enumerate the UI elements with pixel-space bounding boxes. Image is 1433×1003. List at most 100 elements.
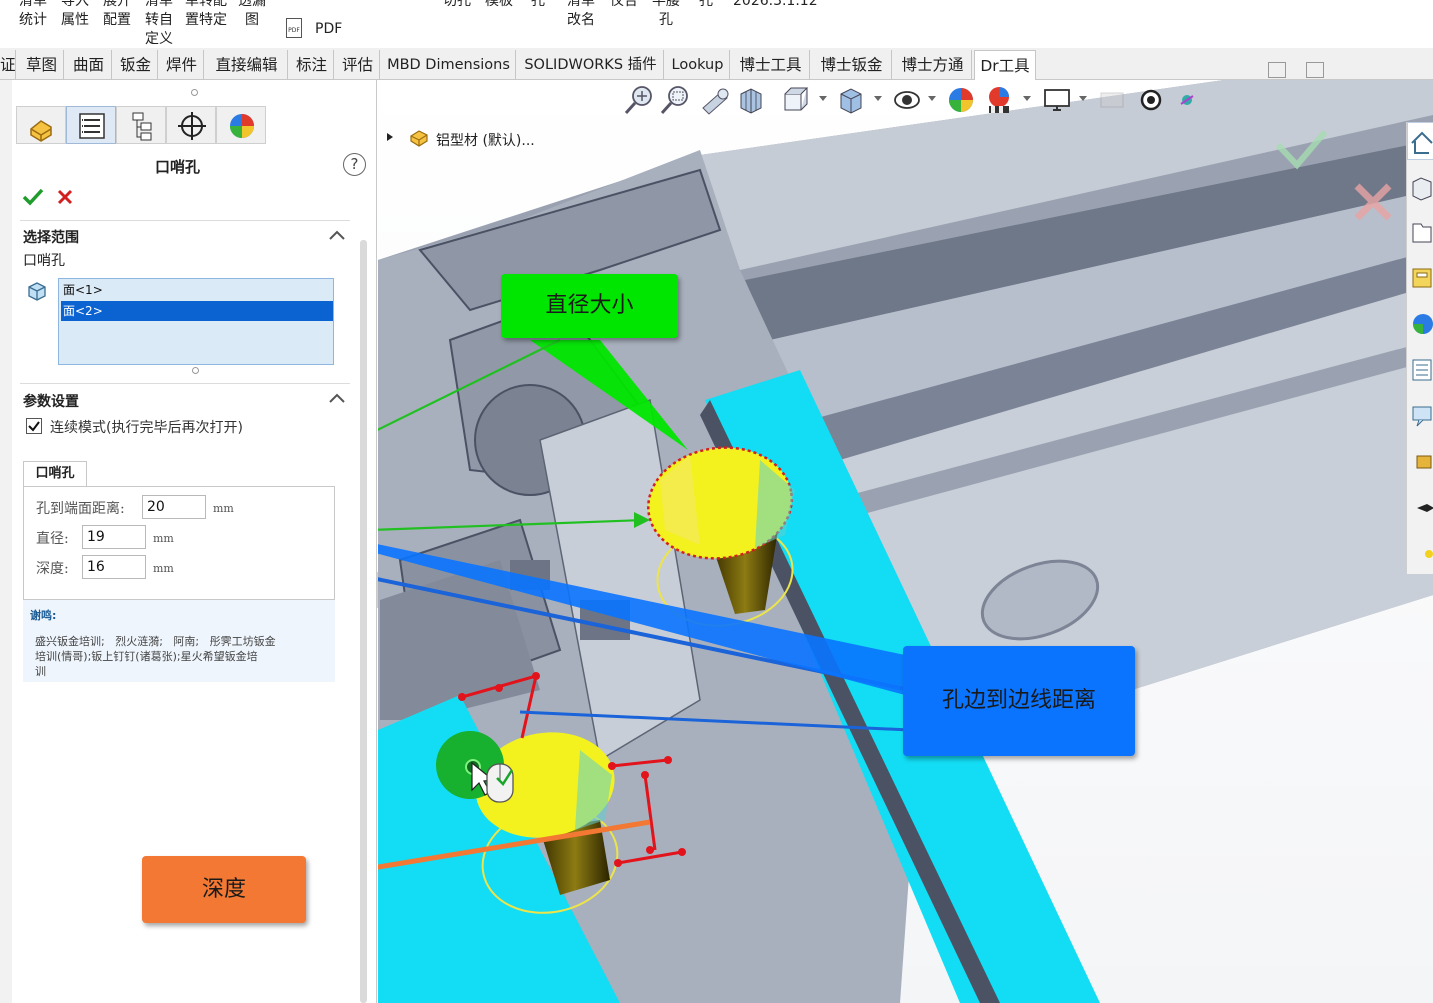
view-settings-icon[interactable] [1041, 84, 1073, 116]
zoom-to-fit-icon[interactable] [623, 84, 655, 116]
tab-14[interactable]: Dr工具 [974, 50, 1036, 80]
tab-dimxpert-manager[interactable] [166, 106, 216, 144]
diameter-field[interactable]: 19 [82, 525, 146, 549]
feature-tree-root[interactable]: 铝型材 (默认)... [436, 130, 535, 150]
task-pane-forum[interactable] [1407, 398, 1433, 434]
view-palette-icon [1412, 268, 1432, 288]
ribbon-command-1[interactable]: 导入 属性 [61, 0, 89, 30]
task-pane-view-palette[interactable] [1407, 260, 1433, 296]
tab-6[interactable]: 标注 [290, 50, 334, 80]
ribbon-command-4[interactable]: 单转配 置特定 [185, 0, 227, 30]
continuous-mode-label: 连续模式(执行完毕后再次打开) [50, 420, 243, 436]
ribbon-command-0[interactable]: 清单 统计 [19, 0, 47, 30]
view-orientation-icon[interactable] [779, 84, 811, 116]
field-label: 深度: [36, 561, 69, 577]
chevron-down-icon[interactable] [1078, 95, 1088, 103]
list-item[interactable]: 面<1> [61, 281, 331, 300]
pdf-button-label[interactable]: PDF [315, 20, 342, 39]
chevron-down-icon[interactable] [818, 95, 828, 103]
tab-11[interactable]: 博士工具 [732, 50, 810, 80]
ribbon-command-11[interactable]: 半腰 孔 [652, 0, 680, 30]
previous-view-icon[interactable] [699, 84, 731, 116]
task-pane-appearances[interactable] [1407, 306, 1433, 342]
crosshair-icon [178, 112, 206, 140]
x-icon[interactable] [56, 188, 74, 206]
task-pane-extra[interactable] [1407, 536, 1433, 572]
tab-13[interactable]: 博士方通 [894, 50, 972, 80]
continuous-mode-checkbox[interactable] [26, 418, 42, 434]
tab-feature-manager[interactable] [16, 106, 66, 144]
chevron-down-icon[interactable] [1022, 95, 1032, 103]
task-pane-learn[interactable] [1407, 490, 1433, 526]
tab-7[interactable]: 评估 [336, 50, 380, 80]
command-manager-tabs: 证草图 曲面 钣金 焊件 直接编辑 标注 评估 MBD Dimensions SOLIDWORK… [0, 48, 1433, 80]
tab-property-manager[interactable] [66, 106, 116, 144]
field-label: 孔到端面距离: [36, 501, 125, 517]
home-icon [1411, 131, 1433, 154]
realview-icon[interactable] [1096, 84, 1128, 116]
task-pane-home[interactable] [1407, 122, 1433, 160]
display-style-icon[interactable] [835, 84, 867, 116]
checkmark-icon [28, 421, 40, 432]
list-item[interactable]: 面<2> [61, 301, 333, 321]
tab-1[interactable]: 草图 [20, 50, 64, 80]
check-icon[interactable] [22, 187, 44, 207]
expand-arrow-icon[interactable] [386, 132, 394, 142]
ribbon-command-12[interactable]: 孔 [699, 0, 713, 11]
zoom-area-icon[interactable] [659, 84, 691, 116]
config-tree-icon [132, 112, 152, 141]
section-title-selection: 选择范围 [23, 230, 79, 246]
chevron-down-icon[interactable] [873, 95, 883, 103]
divider [20, 383, 350, 384]
panel-scrollbar[interactable] [360, 240, 367, 1003]
tab-0[interactable]: 证 [0, 50, 16, 80]
ribbon-command-7[interactable]: 模板 [485, 0, 513, 11]
edit-appearance-icon[interactable] [945, 84, 977, 116]
model-render [378, 80, 1433, 1003]
pdf-icon[interactable]: PDF [286, 18, 302, 38]
ribbon-command-2[interactable]: 展开 配置 [103, 0, 131, 30]
apply-scene-icon[interactable] [983, 84, 1015, 116]
chevron-up-icon[interactable] [329, 393, 345, 403]
ribbon-command-6[interactable]: 切孔 [443, 0, 471, 11]
task-pane-library[interactable] [1407, 444, 1433, 480]
tab-5[interactable]: 直接编辑 [206, 50, 288, 80]
tab-10[interactable]: Lookup [666, 50, 730, 80]
tab-3[interactable]: 钣金 [114, 50, 158, 80]
star-icon [1425, 550, 1433, 558]
tab-12[interactable]: 博士钣金 [812, 50, 892, 80]
section-view-icon[interactable] [735, 84, 767, 116]
ribbon-command-9[interactable]: 清单 改名 [567, 0, 595, 30]
panel-collapse-dot[interactable] [191, 89, 198, 96]
ribbon-command-5[interactable]: 透漏 图 [238, 0, 266, 30]
task-pane-custom-properties[interactable] [1407, 352, 1433, 388]
shadows-icon[interactable] [1135, 84, 1167, 116]
page-title: 口哨孔 [155, 158, 201, 176]
chevron-up-icon[interactable] [329, 230, 345, 240]
ribbon-command-10[interactable]: 仪合 [610, 0, 638, 11]
tab-2[interactable]: 曲面 [66, 50, 112, 80]
ribbon-command-3[interactable]: 清单 转自 定义 [145, 0, 173, 48]
tab-8[interactable]: MBD Dimensions [382, 50, 516, 80]
tab-4[interactable]: 焊件 [160, 50, 204, 80]
help-button[interactable]: ? [343, 153, 366, 176]
section-title-params: 参数设置 [23, 394, 79, 410]
task-pane-file-explorer[interactable] [1407, 214, 1433, 250]
window-maximize-button[interactable] [1306, 62, 1324, 78]
ribbon-command-13[interactable]: 2026.3.1.12 [733, 0, 818, 11]
window-restore-button[interactable] [1268, 62, 1286, 78]
tab-9[interactable]: SOLIDWORKS 插件 [518, 50, 664, 80]
resize-handle-dot[interactable] [192, 367, 199, 374]
ribbon-command-8[interactable]: 孔 [531, 0, 545, 11]
tab-display-manager[interactable] [216, 106, 266, 144]
depth-field[interactable]: 16 [82, 555, 146, 579]
thanks-text: 训 [35, 665, 46, 678]
face-selection-list[interactable]: 面<1> 面<2> [58, 278, 334, 365]
graphics-viewport[interactable]: 铝型材 (默认)... 直径大小 孔边到边线距离 [378, 80, 1433, 1003]
task-pane-design-library[interactable] [1407, 170, 1433, 206]
hole-distance-field[interactable]: 20 [142, 495, 206, 519]
ambient-occlusion-icon[interactable] [1173, 86, 1201, 114]
tab-configuration-manager[interactable] [116, 106, 166, 144]
chevron-down-icon[interactable] [927, 95, 937, 103]
hide-show-icon[interactable] [891, 84, 923, 116]
